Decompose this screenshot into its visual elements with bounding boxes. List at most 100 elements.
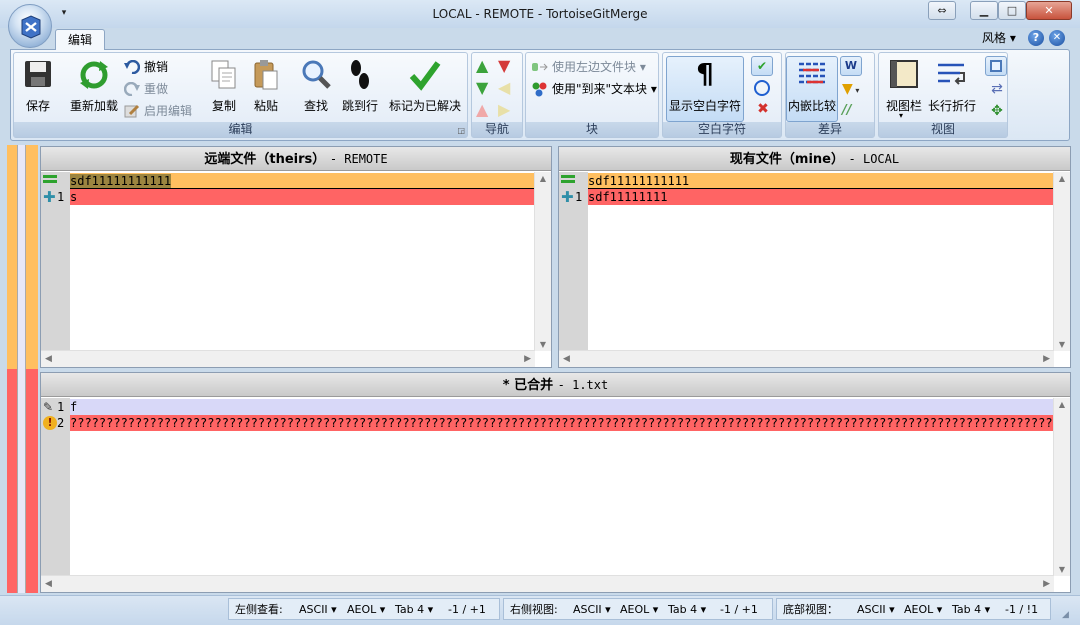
right-locator-bar[interactable] [26,145,38,369]
horizontal-scrollbar[interactable]: ◀ ▶ [559,350,1054,367]
code-line[interactable]: ????????????????????????????????????????… [70,415,1054,431]
prev-inline-icon[interactable]: ◀ [498,79,510,97]
group-diff-label: 差异 [786,122,874,137]
group-whitespace: ¶ 显示空白字符 ✔ ✖ 空白字符 [662,52,782,138]
show-whitespace-button[interactable]: ¶ 显示空白字符 [666,56,744,122]
code-line-text: sdf11111111111 [70,174,172,188]
pane-local-title: 现有文件（mine） [729,152,844,167]
next-conflict-icon[interactable]: ▼ [498,57,510,75]
find-button[interactable]: 查找 [298,57,334,121]
moved-lines-icon[interactable]: // [842,101,862,121]
code-line[interactable]: sdf11111111111 [588,173,1054,189]
group-navigate-label: 导航 [472,122,522,137]
left-locator-bar[interactable] [7,145,17,369]
encoding-value: ASCII [299,603,328,616]
prev-diff-icon[interactable]: ▲ [476,57,488,75]
enable-edit-button[interactable]: 启用编辑 [122,101,202,121]
use-theirs-block-button[interactable]: 使用"到来"文本块 ▾ [530,79,657,99]
line-number: 2 [57,416,65,430]
group-edit: 保存 重新加载 撤销 重做 启用编辑 复制 粘贴 查找 跳到行 标记为已解决 编… [13,52,468,138]
pane-remote[interactable]: 远端文件（theirs） - REMOTE sdf11111111111 s ✚… [40,146,552,368]
status-left-view: 左侧查看: ASCII ▾ AEOL ▾ Tab 4 ▾ -1 / +1 [228,598,500,620]
middle-locator-bar-bottom[interactable] [17,369,26,593]
app-menu-button[interactable] [8,4,52,48]
vertical-scrollbar[interactable]: ▲ ▼ [534,172,551,351]
find-label: 查找 [303,99,328,113]
horizontal-scrollbar[interactable]: ◀ ▶ [41,350,535,367]
close-button[interactable]: ✕ [1026,1,1072,20]
ignore-whitespace-icon[interactable]: ✖ [755,101,771,117]
pane-merged-title: * 已合并 [502,378,554,393]
tab-edit[interactable]: 编辑 [55,29,105,50]
code-line[interactable]: sdf11111111111 [70,173,535,189]
ignore-eol-icon[interactable]: ✔ [751,56,773,76]
maximize-button[interactable]: □ [998,1,1026,20]
middle-locator-bar[interactable] [17,145,26,369]
code-line-text: s [70,190,78,204]
goto-line-button[interactable]: 跳到行 [338,57,382,121]
left-locator-bar-bottom[interactable] [7,369,17,593]
goto-line-label: 跳到行 [341,99,378,113]
style-menu[interactable]: 风格 ▾ [982,29,1016,47]
resize-grip-icon[interactable]: ◢ [1062,608,1076,622]
status-right-eol[interactable]: AEOL ▾ [620,599,658,621]
status-left-tab[interactable]: Tab 4 ▾ [395,599,433,621]
tortoisegit-logo-icon [21,15,41,39]
close-ribbon-icon[interactable]: ✕ [1049,30,1065,46]
next-inline-icon[interactable]: ▶ [498,101,510,119]
code-line[interactable]: f [70,399,1054,415]
code-line[interactable]: s [70,189,535,205]
pane-local[interactable]: 现有文件（mine） - LOCAL sdf11111111111 sdf111… [558,146,1071,368]
use-left-block-button[interactable]: 使用左边文件块 ▾ [530,57,656,77]
collapse-icon[interactable]: ✥ [987,102,1007,120]
equal-marker-icon [43,175,57,185]
pane-merged[interactable]: * 已合并 - 1.txt f ✎ 1 ????????????????????… [40,372,1071,593]
undo-button[interactable]: 撤销 [122,57,192,77]
help-icon[interactable]: ? [1028,30,1044,46]
code-line[interactable]: sdf11111111 [588,189,1054,205]
footprints-icon [351,60,369,89]
word-diff-icon[interactable]: W [840,56,862,76]
encoding-value: ASCII [857,603,886,616]
copy-button[interactable]: 复制 [206,57,242,121]
wrap-long-lines-button[interactable]: 长行折行 [927,57,977,121]
minimize-button[interactable]: ▁ [970,1,998,20]
reload-button[interactable]: 重新加载 [66,57,122,121]
swap-views-icon[interactable]: ⇄ [987,80,1007,98]
tab-value: Tab 4 [668,603,698,616]
status-bottom-encoding[interactable]: ASCII ▾ [857,599,895,621]
status-right-label: 右侧视图: [510,603,558,616]
prev-conflict-icon[interactable]: ▲ [476,101,488,119]
paste-button[interactable]: 粘贴 [248,57,284,121]
restore-window-button[interactable]: ⇔ [928,1,956,20]
filter-dropdown-icon[interactable]: ▼ ▾ [842,79,872,99]
status-right-encoding[interactable]: ASCII ▾ [573,599,611,621]
vertical-scrollbar[interactable]: ▲ ▼ [1053,172,1070,351]
group-edit-label: 编辑 [14,122,467,137]
next-diff-icon[interactable]: ▼ [476,79,488,97]
use-theirs-block-label: 使用"到来"文本块 [552,82,648,96]
code-line-text: ????????????????????????????????????????… [70,416,1054,430]
window-title: LOCAL - REMOTE - TortoiseGitMerge [432,7,648,21]
inline-diff-button[interactable]: 内嵌比较 [786,56,838,122]
dialog-launcher-icon[interactable]: ◲ [457,126,465,135]
right-locator-bar-bottom[interactable] [26,369,38,593]
eol-value: AEOL [620,603,650,616]
status-right-tab[interactable]: Tab 4 ▾ [668,599,706,621]
quick-access-dropdown-icon[interactable]: ▾ [58,7,70,19]
status-left-encoding[interactable]: ASCII ▾ [299,599,337,621]
vertical-scrollbar[interactable]: ▲ ▼ [1053,398,1070,576]
horizontal-scrollbar[interactable]: ◀ ▶ [41,575,1054,592]
viewbar-button[interactable]: 视图栏 ▾ [881,57,927,121]
redo-button[interactable]: 重做 [122,79,192,99]
pane-remote-header: 远端文件（theirs） - REMOTE [41,147,551,171]
mark-resolved-button[interactable]: 标记为已解决 [386,57,464,121]
one-pane-view-icon[interactable] [985,56,1007,76]
save-button[interactable]: 保存 [18,57,58,121]
ignore-case-icon[interactable] [754,80,770,96]
status-bottom-eol[interactable]: AEOL ▾ [904,599,942,621]
status-bottom-tab[interactable]: Tab 4 ▾ [952,599,990,621]
status-left-eol[interactable]: AEOL ▾ [347,599,385,621]
viewbar-dropdown-icon[interactable]: ▾ [899,111,903,120]
paste-label: 粘贴 [253,99,278,113]
